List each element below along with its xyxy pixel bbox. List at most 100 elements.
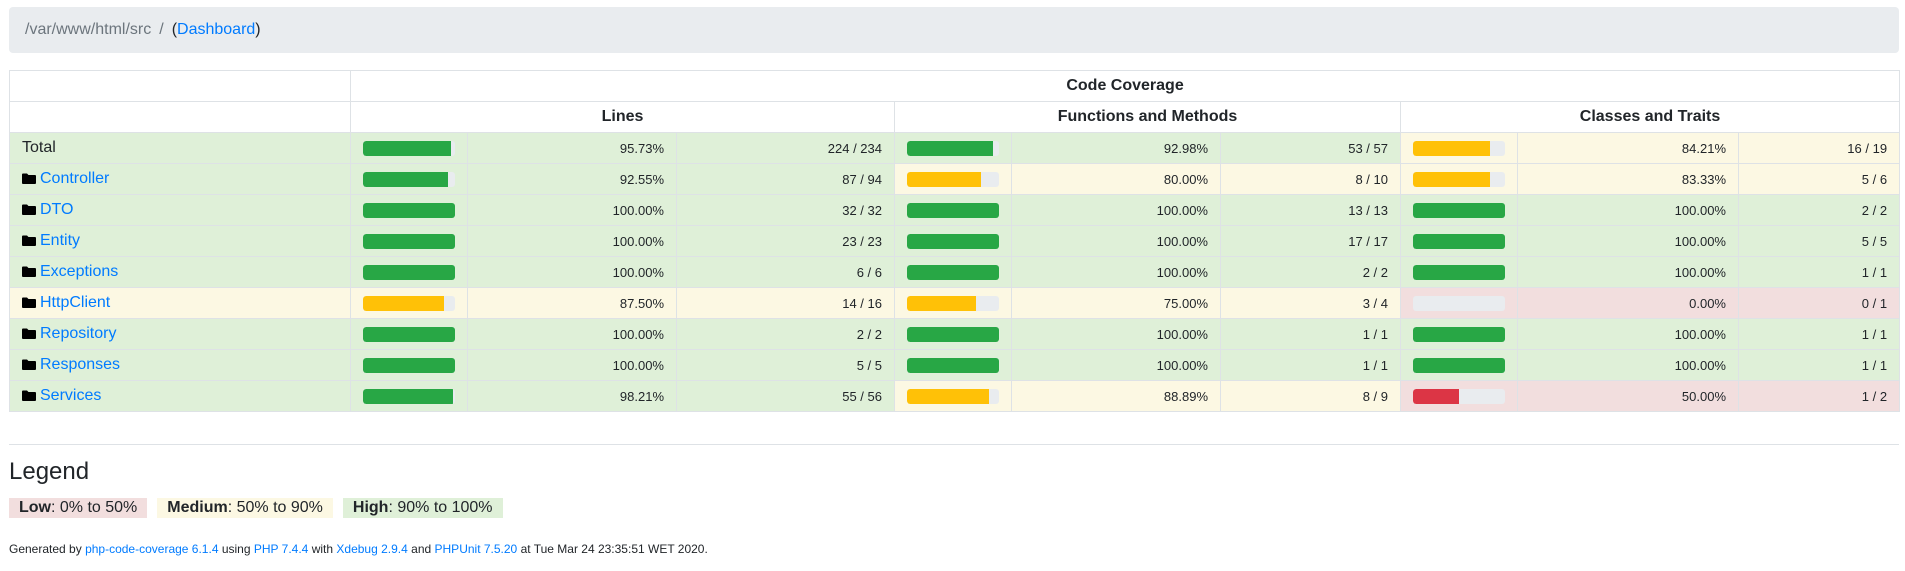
functions-progress-bar — [907, 202, 999, 218]
lines-ratio: 23 / 23 — [676, 225, 895, 257]
classes-bar-cell — [1400, 163, 1518, 195]
lines-progress-bar — [363, 233, 455, 249]
row-name-cell: DTO — [9, 194, 351, 226]
folder-link[interactable]: Entity — [40, 232, 80, 249]
functions-bar-cell — [894, 132, 1012, 164]
classes-progress-fill — [1413, 233, 1505, 249]
classes-ratio: 1 / 1 — [1737, 349, 1901, 381]
folder-link[interactable]: HttpClient — [40, 294, 110, 311]
functions-percent: 100.00% — [1011, 225, 1221, 257]
functions-percent: 100.00% — [1011, 318, 1221, 350]
classes-progress-bar — [1413, 295, 1505, 311]
lines-progress-bar — [363, 357, 455, 373]
functions-ratio: 8 / 9 — [1220, 380, 1401, 412]
lines-bar-cell — [350, 287, 468, 319]
classes-progress-bar — [1413, 388, 1505, 404]
functions-bar-cell — [894, 349, 1012, 381]
lines-progress-fill — [363, 357, 455, 373]
php-code-coverage-link[interactable]: php-code-coverage 6.1.4 — [85, 542, 218, 556]
row-name-cell: Repository — [9, 318, 351, 350]
lines-percent: 100.00% — [467, 225, 677, 257]
lines-percent: 100.00% — [467, 349, 677, 381]
total-label: Total — [22, 139, 56, 156]
lines-ratio: 14 / 16 — [676, 287, 895, 319]
table-row: Services 98.21% 55 / 56 88.89% 8 / 9 50.00% 1 … — [9, 380, 1901, 412]
folder-link[interactable]: Controller — [40, 170, 109, 187]
row-name-cell: Total — [9, 132, 351, 164]
folder-link[interactable]: Exceptions — [40, 263, 118, 280]
classes-progress-bar — [1413, 171, 1505, 187]
classes-ratio: 5 / 5 — [1737, 225, 1901, 257]
folder-link[interactable]: Repository — [40, 325, 116, 342]
functions-ratio: 3 / 4 — [1220, 287, 1401, 319]
functions-percent: 80.00% — [1011, 163, 1221, 195]
functions-progress-fill — [907, 295, 976, 311]
legend-medium: Medium: 50% to 90% — [157, 498, 333, 518]
functions-ratio: 2 / 2 — [1220, 256, 1401, 288]
header-empty-cell — [9, 70, 351, 102]
classes-bar-cell — [1400, 132, 1518, 164]
xdebug-link[interactable]: Xdebug 2.9.4 — [336, 542, 407, 556]
folder-icon — [22, 204, 36, 215]
classes-percent: 100.00% — [1517, 318, 1739, 350]
classes-progress-bar — [1413, 326, 1505, 342]
classes-bar-cell — [1400, 349, 1518, 381]
classes-progress-bar — [1413, 264, 1505, 280]
classes-percent: 100.00% — [1517, 349, 1739, 381]
dashboard-link[interactable]: Dashboard — [177, 21, 255, 39]
functions-progress-bar — [907, 326, 999, 342]
footer-using: using — [221, 542, 251, 556]
functions-bar-cell — [894, 194, 1012, 226]
classes-progress-bar — [1413, 202, 1505, 218]
lines-percent: 100.00% — [467, 194, 677, 226]
classes-bar-cell — [1400, 318, 1518, 350]
legend: Low: 0% to 50% Medium: 50% to 90% High: … — [9, 498, 513, 518]
lines-progress-bar — [363, 295, 455, 311]
table-row: DTO 100.00% 32 / 32 100.00% 13 / 13 100.00% 2 … — [9, 194, 1901, 226]
functions-progress-bar — [907, 388, 999, 404]
classes-progress-fill — [1413, 388, 1459, 404]
legend-high: High: 90% to 100% — [342, 498, 503, 518]
functions-percent: 88.89% — [1011, 380, 1221, 412]
lines-percent: 92.55% — [467, 163, 677, 195]
table-row: Repository 100.00% 2 / 2 100.00% 1 / 1 100.00… — [9, 318, 1901, 350]
code-coverage-header: Code Coverage — [349, 70, 1901, 102]
folder-icon — [22, 328, 36, 339]
functions-progress-fill — [907, 202, 999, 218]
lines-ratio: 6 / 6 — [676, 256, 895, 288]
classes-percent: 50.00% — [1517, 380, 1739, 412]
legend-high-label: High — [352, 499, 389, 516]
classes-header: Classes and Traits — [1399, 101, 1901, 133]
folder-icon — [22, 297, 36, 308]
folder-link[interactable]: DTO — [40, 201, 73, 218]
lines-ratio: 87 / 94 — [676, 163, 895, 195]
classes-ratio: 0 / 1 — [1737, 287, 1901, 319]
functions-ratio: 1 / 1 — [1220, 349, 1401, 381]
classes-percent: 100.00% — [1517, 225, 1739, 257]
classes-progress-fill — [1413, 326, 1505, 342]
table-row: Entity 100.00% 23 / 23 100.00% 17 / 17 100.00… — [9, 225, 1901, 257]
classes-percent: 0.00% — [1517, 287, 1739, 319]
folder-link[interactable]: Responses — [40, 356, 120, 373]
lines-ratio: 55 / 56 — [676, 380, 895, 412]
php-link[interactable]: PHP 7.4.4 — [254, 542, 308, 556]
lines-progress-bar — [363, 326, 455, 342]
functions-progress-fill — [907, 388, 989, 404]
row-name-cell: Responses — [9, 349, 351, 381]
footer: Generated by php-code-coverage 6.1.4 usi… — [9, 542, 708, 556]
functions-ratio: 13 / 13 — [1220, 194, 1401, 226]
functions-progress-fill — [907, 326, 999, 342]
functions-bar-cell — [894, 287, 1012, 319]
row-name-cell: Services — [9, 380, 351, 412]
legend-low: Low: 0% to 50% — [9, 498, 148, 518]
classes-bar-cell — [1400, 287, 1518, 319]
functions-progress-fill — [907, 171, 981, 187]
classes-bar-cell — [1400, 256, 1518, 288]
functions-progress-bar — [907, 357, 999, 373]
functions-progress-bar — [907, 171, 999, 187]
lines-ratio: 5 / 5 — [676, 349, 895, 381]
functions-progress-fill — [907, 264, 999, 280]
folder-link[interactable]: Services — [40, 387, 101, 404]
phpunit-link[interactable]: PHPUnit 7.5.20 — [435, 542, 518, 556]
footer-and: and — [411, 542, 432, 556]
